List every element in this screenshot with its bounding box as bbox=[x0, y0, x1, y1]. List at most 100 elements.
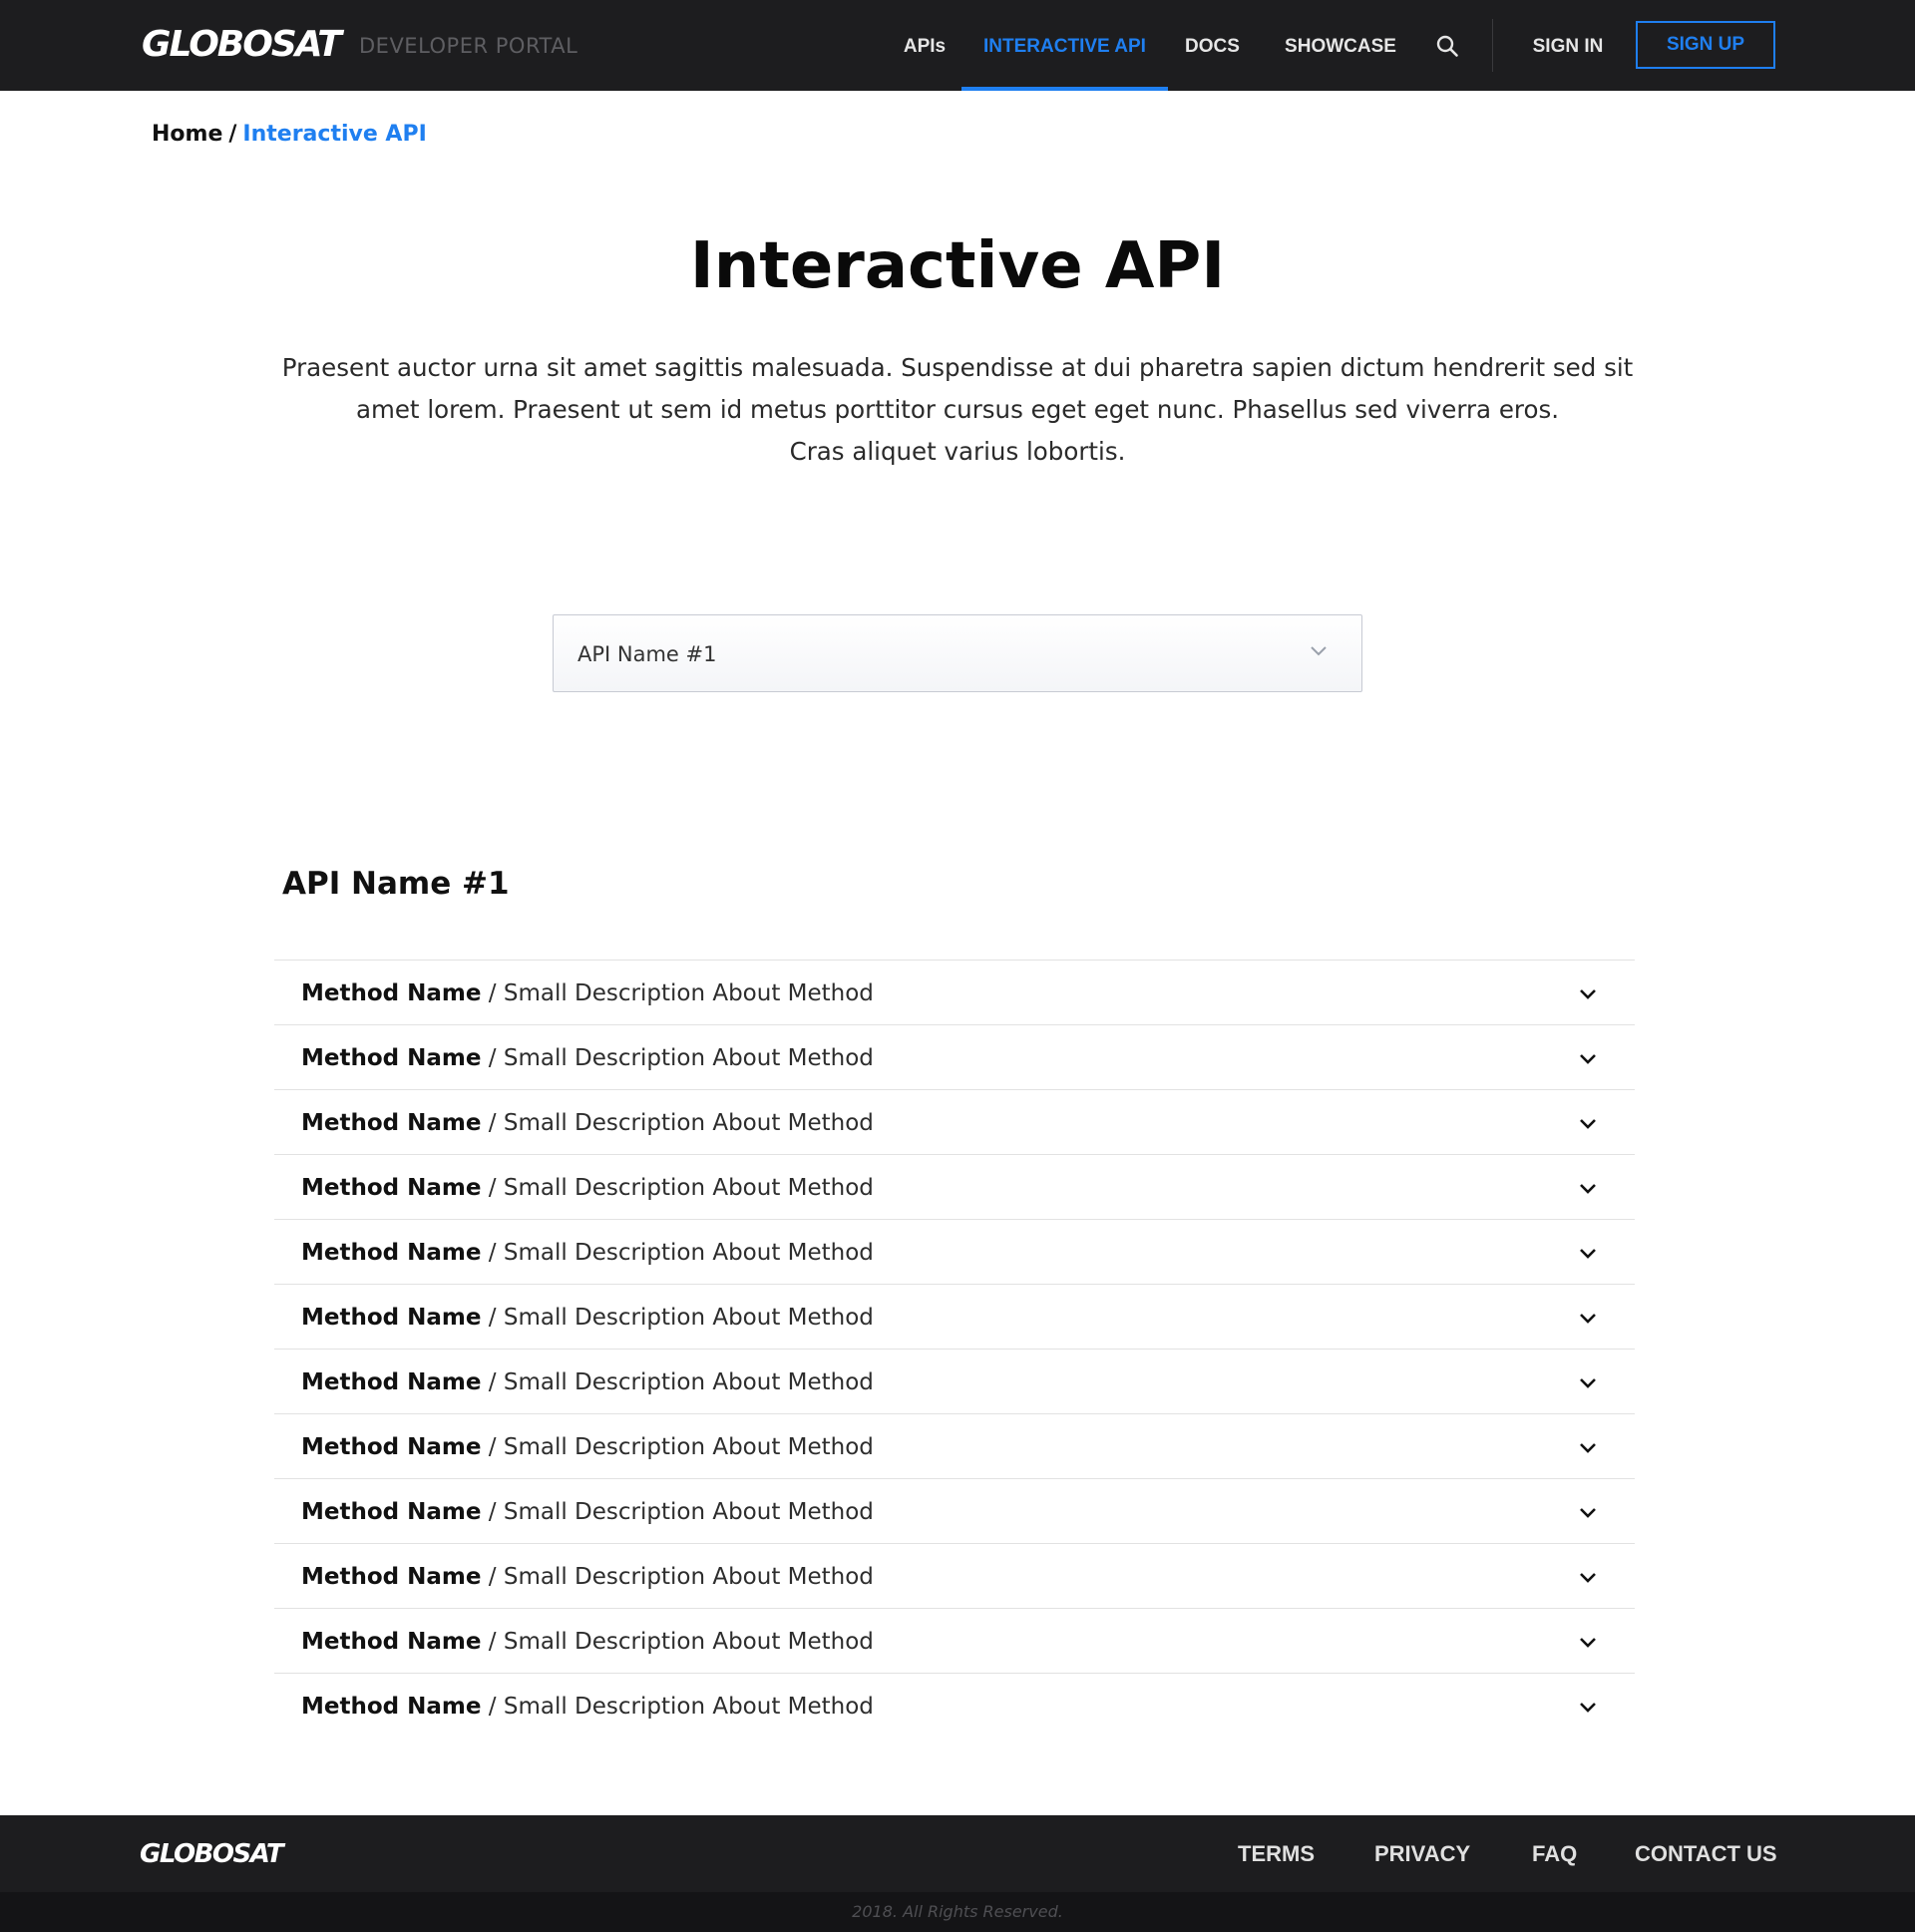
breadcrumb-separator: / bbox=[228, 122, 237, 147]
method-name: Method Name bbox=[301, 1629, 482, 1655]
method-row[interactable]: Method Name / Small Description About Me… bbox=[274, 1154, 1635, 1219]
method-description: Small Description About Method bbox=[503, 1629, 874, 1655]
method-name: Method Name bbox=[301, 1369, 482, 1395]
method-label: Method Name / Small Description About Me… bbox=[301, 1544, 874, 1610]
page-title: Interactive API bbox=[689, 229, 1226, 303]
api-select-value: API Name #1 bbox=[577, 642, 717, 666]
method-label: Method Name / Small Description About Me… bbox=[301, 961, 874, 1026]
method-row[interactable]: Method Name / Small Description About Me… bbox=[274, 1219, 1635, 1284]
method-description: Small Description About Method bbox=[503, 1110, 874, 1136]
method-separator: / bbox=[481, 1629, 504, 1655]
method-description: Small Description About Method bbox=[503, 1045, 874, 1071]
chevron-down-icon[interactable] bbox=[1579, 1183, 1597, 1195]
chevron-down-icon[interactable] bbox=[1579, 1442, 1597, 1454]
top-navigation-bar: GLOBOSAT DEVELOPER PORTAL APIs INTERACTI… bbox=[0, 0, 1915, 91]
method-label: Method Name / Small Description About Me… bbox=[301, 1609, 874, 1675]
method-label: Method Name / Small Description About Me… bbox=[301, 1025, 874, 1091]
method-row[interactable]: Method Name / Small Description About Me… bbox=[274, 1349, 1635, 1413]
nav-apis[interactable]: APIs bbox=[903, 0, 947, 91]
footer: GLOBOSAT TERMS PRIVACY FAQ CONTACT US 20… bbox=[0, 1815, 1915, 1932]
chevron-down-icon[interactable] bbox=[1579, 1702, 1597, 1714]
method-name: Method Name bbox=[301, 1499, 482, 1525]
method-description: Small Description About Method bbox=[503, 1369, 874, 1395]
nav-divider bbox=[1492, 19, 1493, 72]
globosat-logo[interactable]: GLOBOSAT bbox=[142, 20, 342, 70]
method-separator: / bbox=[481, 1045, 504, 1071]
chevron-down-icon[interactable] bbox=[1579, 1248, 1597, 1260]
chevron-down-icon[interactable] bbox=[1579, 1118, 1597, 1130]
method-list: Method Name / Small Description About Me… bbox=[274, 960, 1635, 1738]
method-description: Small Description About Method bbox=[503, 1434, 874, 1460]
method-row[interactable]: Method Name / Small Description About Me… bbox=[274, 960, 1635, 1024]
method-name: Method Name bbox=[301, 1305, 482, 1331]
breadcrumb: Home / Interactive API bbox=[152, 118, 427, 152]
footer-link-contact-us[interactable]: CONTACT US bbox=[1635, 1835, 1777, 1873]
intro-line: Cras aliquet varius lobortis. bbox=[789, 437, 1126, 466]
method-name: Method Name bbox=[301, 1694, 482, 1720]
method-label: Method Name / Small Description About Me… bbox=[301, 1479, 874, 1545]
method-description: Small Description About Method bbox=[503, 1564, 874, 1590]
nav-interactive-api[interactable]: INTERACTIVE API bbox=[961, 0, 1168, 91]
method-separator: / bbox=[481, 980, 504, 1006]
method-row[interactable]: Method Name / Small Description About Me… bbox=[274, 1284, 1635, 1349]
method-row[interactable]: Method Name / Small Description About Me… bbox=[274, 1478, 1635, 1543]
method-separator: / bbox=[481, 1175, 504, 1201]
method-row[interactable]: Method Name / Small Description About Me… bbox=[274, 1413, 1635, 1478]
method-label: Method Name / Small Description About Me… bbox=[301, 1155, 874, 1221]
chevron-down-icon[interactable] bbox=[1579, 988, 1597, 1000]
method-description: Small Description About Method bbox=[503, 1175, 874, 1201]
method-label: Method Name / Small Description About Me… bbox=[301, 1090, 874, 1156]
breadcrumb-current[interactable]: Interactive API bbox=[242, 122, 426, 147]
api-section-heading: API Name #1 bbox=[282, 866, 510, 902]
method-label: Method Name / Small Description About Me… bbox=[301, 1220, 874, 1286]
method-description: Small Description About Method bbox=[503, 1499, 874, 1525]
sign-up-button[interactable]: SIGN UP bbox=[1636, 21, 1775, 69]
nav-showcase[interactable]: SHOWCASE bbox=[1285, 0, 1396, 91]
intro-text: Praesent auctor urna sit amet sagittis m… bbox=[279, 347, 1636, 473]
chevron-down-icon[interactable] bbox=[1579, 1637, 1597, 1649]
footer-link-terms[interactable]: TERMS bbox=[1238, 1835, 1315, 1873]
footer-link-faq[interactable]: FAQ bbox=[1532, 1835, 1577, 1873]
breadcrumb-home[interactable]: Home bbox=[152, 122, 222, 147]
nav-docs[interactable]: DOCS bbox=[1185, 0, 1240, 91]
chevron-down-icon[interactable] bbox=[1579, 1572, 1597, 1584]
footer-link-privacy[interactable]: PRIVACY bbox=[1374, 1835, 1470, 1873]
method-separator: / bbox=[481, 1369, 504, 1395]
method-separator: / bbox=[481, 1305, 504, 1331]
method-description: Small Description About Method bbox=[503, 1305, 874, 1331]
method-name: Method Name bbox=[301, 1045, 482, 1071]
copyright-text: 2018. All Rights Reserved. bbox=[852, 1902, 1063, 1921]
chevron-down-icon[interactable] bbox=[1579, 1313, 1597, 1325]
method-separator: / bbox=[481, 1499, 504, 1525]
chevron-down-icon[interactable] bbox=[1579, 1053, 1597, 1065]
method-description: Small Description About Method bbox=[503, 980, 874, 1006]
developer-portal-label: DEVELOPER PORTAL bbox=[359, 34, 578, 58]
search-icon[interactable] bbox=[1435, 34, 1459, 58]
intro-line: Praesent auctor urna sit amet sagittis m… bbox=[281, 353, 1634, 382]
method-row[interactable]: Method Name / Small Description About Me… bbox=[274, 1089, 1635, 1154]
method-description: Small Description About Method bbox=[503, 1694, 874, 1720]
method-name: Method Name bbox=[301, 1175, 482, 1201]
method-separator: / bbox=[481, 1240, 504, 1266]
footer-logo[interactable]: GLOBOSAT bbox=[140, 1835, 284, 1873]
method-name: Method Name bbox=[301, 1434, 482, 1460]
method-label: Method Name / Small Description About Me… bbox=[301, 1285, 874, 1351]
method-name: Method Name bbox=[301, 1110, 482, 1136]
method-name: Method Name bbox=[301, 1240, 482, 1266]
method-label: Method Name / Small Description About Me… bbox=[301, 1674, 874, 1739]
chevron-down-icon[interactable] bbox=[1579, 1377, 1597, 1389]
chevron-down-icon bbox=[1311, 646, 1327, 656]
chevron-down-icon[interactable] bbox=[1579, 1507, 1597, 1519]
intro-line: amet lorem. Praesent ut sem id metus por… bbox=[355, 395, 1560, 424]
method-row[interactable]: Method Name / Small Description About Me… bbox=[274, 1543, 1635, 1608]
method-label: Method Name / Small Description About Me… bbox=[301, 1414, 874, 1480]
footer-bottom-bar: 2018. All Rights Reserved. bbox=[0, 1892, 1915, 1932]
sign-in-link[interactable]: SIGN IN bbox=[1530, 0, 1606, 91]
method-row[interactable]: Method Name / Small Description About Me… bbox=[274, 1024, 1635, 1089]
method-separator: / bbox=[481, 1110, 504, 1136]
method-separator: / bbox=[481, 1694, 504, 1720]
method-row[interactable]: Method Name / Small Description About Me… bbox=[274, 1673, 1635, 1738]
api-select-dropdown[interactable]: API Name #1 bbox=[553, 614, 1362, 692]
method-row[interactable]: Method Name / Small Description About Me… bbox=[274, 1608, 1635, 1673]
method-description: Small Description About Method bbox=[503, 1240, 874, 1266]
